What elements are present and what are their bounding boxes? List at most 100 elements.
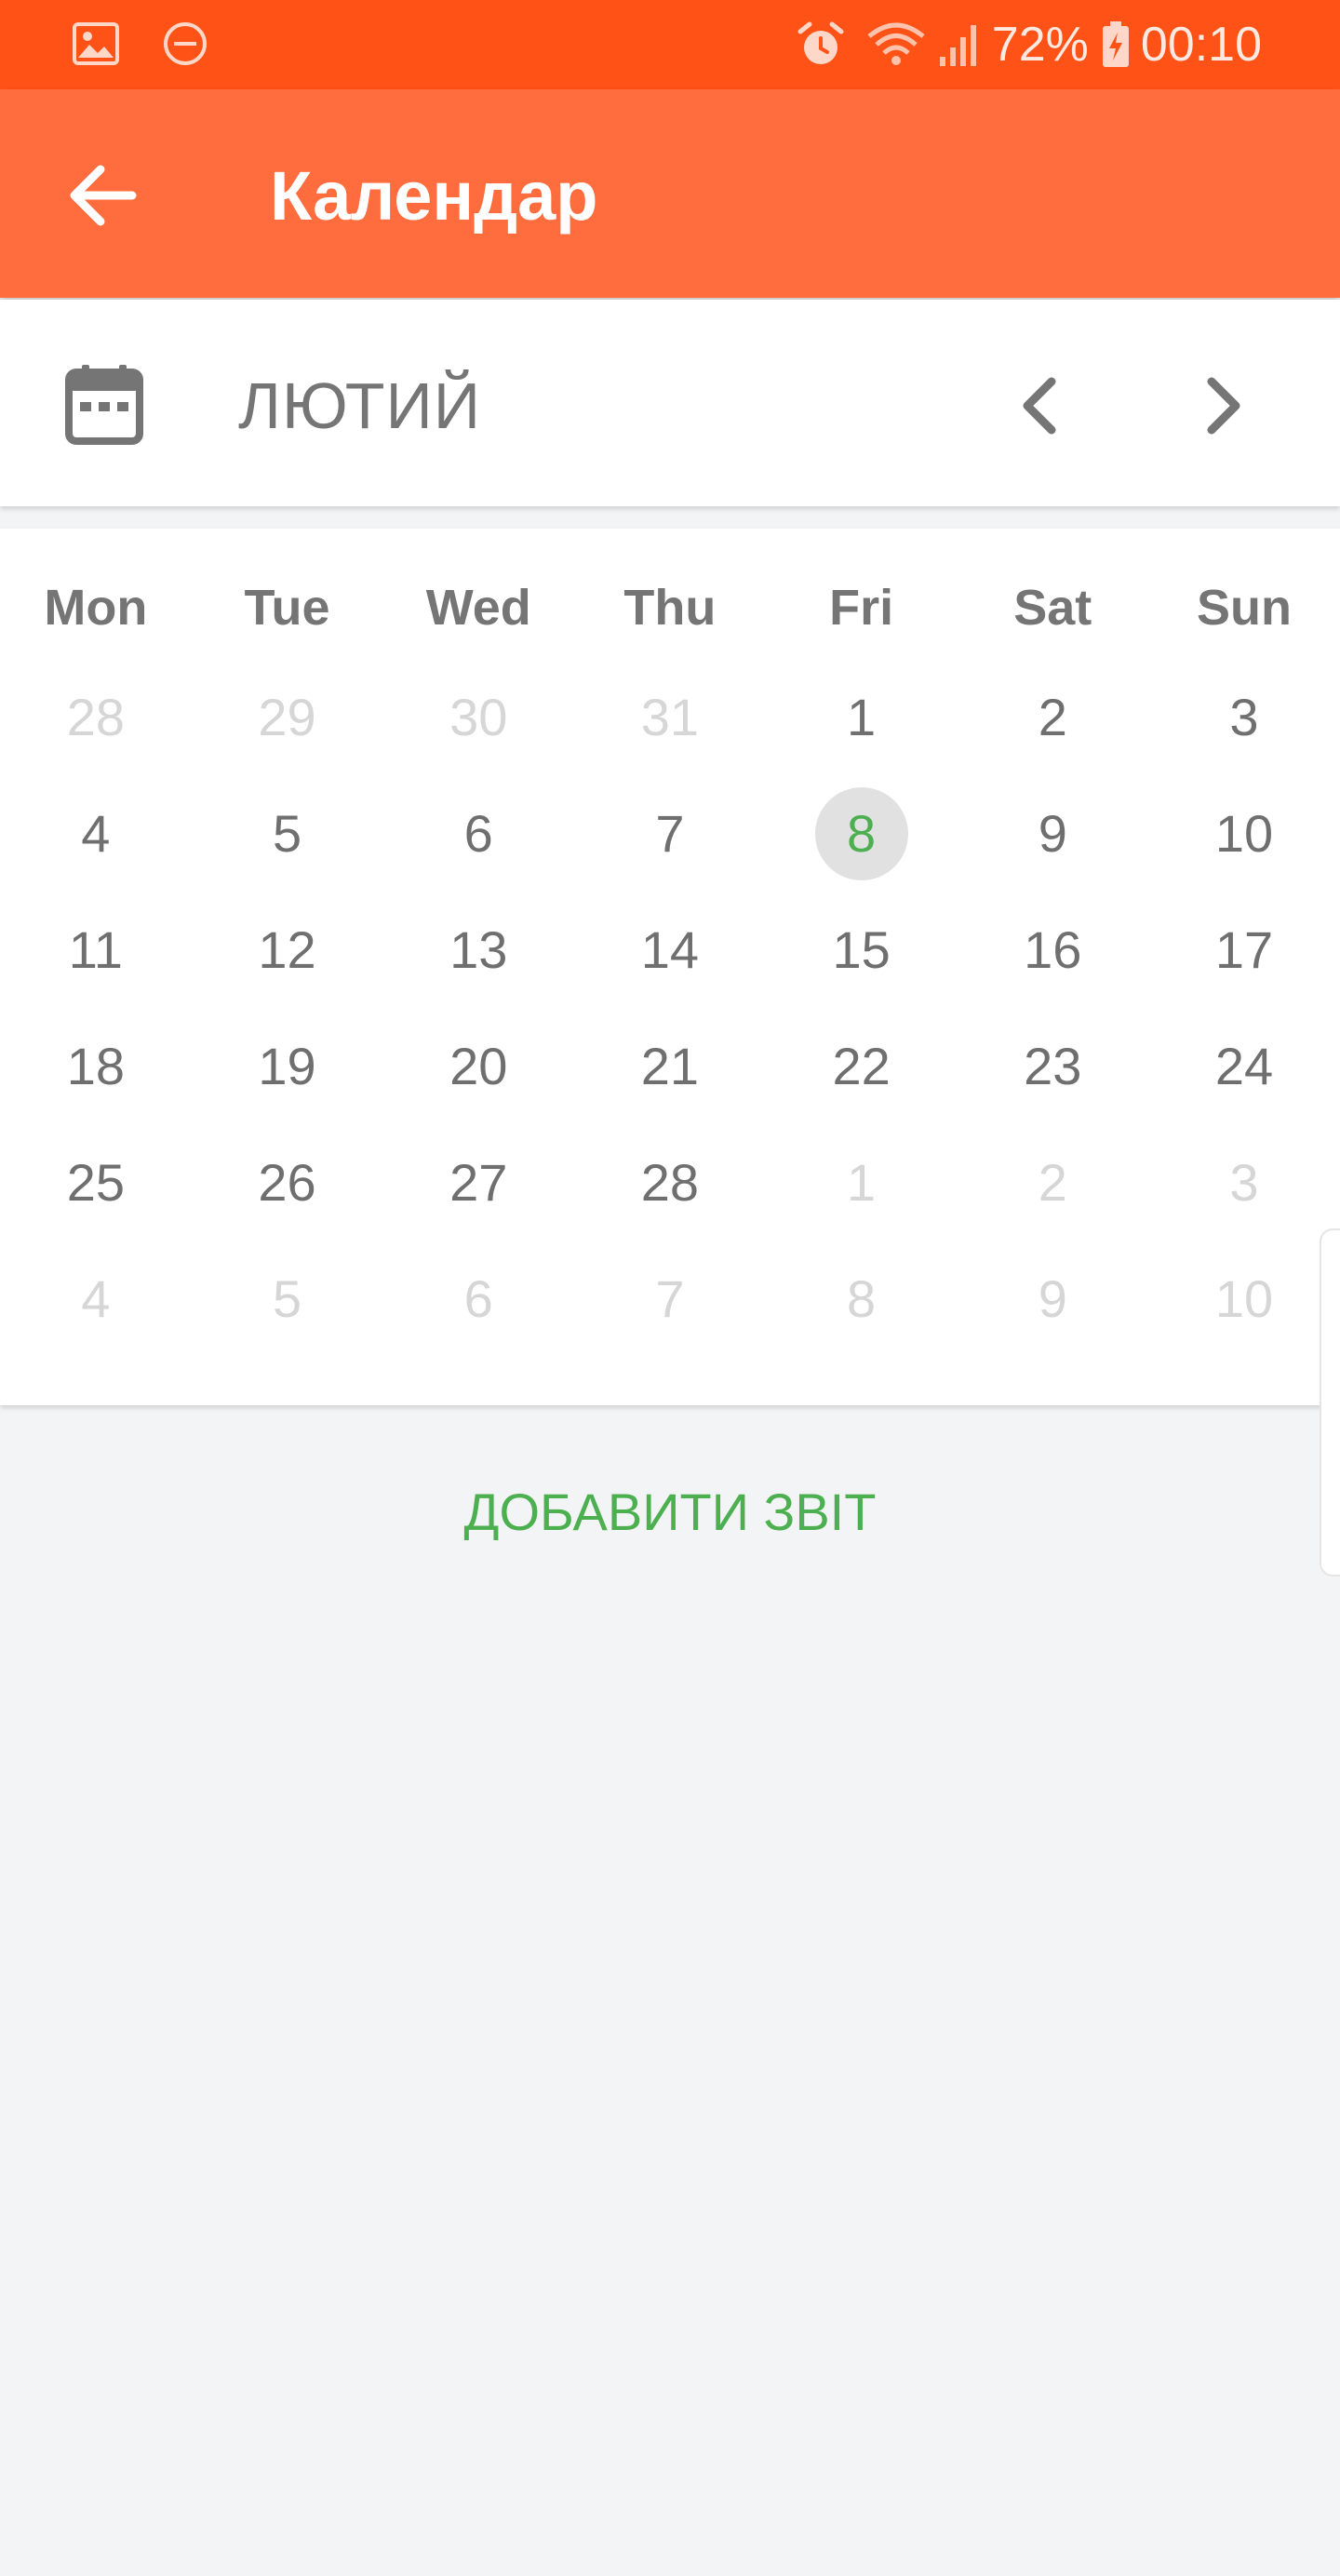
day-number: 1 [847,688,877,746]
day-number: 27 [449,1153,508,1212]
day-number: 28 [66,688,125,746]
day-cell[interactable]: 9 [957,1241,1148,1357]
day-cell[interactable]: 28 [0,659,192,775]
day-cell[interactable]: 4 [0,1241,192,1357]
calendar-screen: 72% 00:10 Календар ЛЮТИЙ Mon Tue Wed Thu… [0,0,1340,2576]
day-cell[interactable]: 8 [766,1241,958,1357]
weekday-label: Mon [44,580,148,636]
day-cell[interactable]: 19 [192,1008,383,1124]
day-number: 26 [258,1153,316,1212]
day-cell[interactable]: 12 [192,892,383,1008]
day-number: 14 [640,920,700,979]
day-number: 6 [463,804,493,863]
day-cell[interactable]: 3 [1148,659,1340,775]
day-number: 16 [1024,920,1082,979]
weekday-label: Wed [425,580,531,636]
back-button[interactable] [56,149,149,242]
day-cell[interactable]: 4 [0,775,192,892]
month-header: ЛЮТИЙ [0,300,1340,506]
day-number: 5 [272,804,302,863]
day-cell[interactable]: 15 [766,892,958,1008]
day-cell[interactable]: 5 [192,1241,383,1357]
day-cell[interactable]: 7 [574,1241,766,1357]
status-bar: 72% 00:10 [0,0,1340,89]
day-cell[interactable]: 1 [766,1124,958,1241]
gallery-icon [73,22,119,65]
day-number: 5 [272,1269,302,1328]
day-number: 6 [463,1269,493,1328]
day-cell[interactable]: 6 [382,1241,574,1357]
day-cell[interactable]: 26 [192,1124,383,1241]
day-cell[interactable]: 22 [766,1008,958,1124]
weekday-label: Sat [1013,580,1092,636]
day-cell[interactable]: 27 [382,1124,574,1241]
day-cell[interactable]: 14 [574,892,766,1008]
day-number: 7 [655,1269,685,1328]
day-cell[interactable]: 5 [192,775,383,892]
day-number: 17 [1214,920,1274,979]
do-not-disturb-icon [164,22,207,65]
day-cell[interactable]: 30 [382,659,574,775]
week-row: 11 12 13 14 15 16 17 [0,892,1340,1008]
day-number: 18 [66,1037,125,1095]
day-number: 13 [449,920,508,979]
day-cell[interactable]: 3 [1148,1124,1340,1241]
next-month-button[interactable] [1176,361,1266,450]
day-number: 22 [832,1037,891,1095]
day-number: 30 [449,688,508,746]
calendar-icon[interactable] [65,363,143,445]
day-cell[interactable]: 31 [574,659,766,775]
day-cell[interactable]: 17 [1148,892,1340,1008]
calendar-grid: Mon Tue Wed Thu Fri Sat Sun 28 29 30 31 1 2 3 4… [0,529,1340,1576]
day-cell[interactable]: 13 [382,892,574,1008]
app-bar: Календар [0,89,1340,298]
day-number: 10 [1214,804,1274,863]
day-cell[interactable]: 10 [1148,1241,1340,1357]
day-number: 29 [258,688,316,746]
day-cell[interactable]: 23 [957,1008,1148,1124]
day-cell[interactable]: 24 [1148,1008,1340,1124]
week-row: 25 26 27 28 1 2 3 [0,1124,1340,1241]
prev-month-button[interactable] [998,361,1087,450]
day-number: 25 [66,1153,125,1212]
day-number: 8 [847,804,877,863]
day-cell[interactable]: 10 [1148,775,1340,892]
day-cell[interactable]: 2 [957,1124,1148,1241]
day-cell[interactable]: 18 [0,1008,192,1124]
day-cell[interactable]: 25 [0,1124,192,1241]
day-cell[interactable]: 20 [382,1008,574,1124]
day-cell[interactable]: 9 [957,775,1148,892]
day-cell[interactable]: 29 [192,659,383,775]
weekday-label: Sun [1196,580,1292,636]
day-number: 2 [1038,1153,1067,1212]
day-cell[interactable]: 11 [0,892,192,1008]
day-number: 15 [832,920,891,979]
day-cell[interactable]: 16 [957,892,1148,1008]
day-cell[interactable]: 1 [766,659,958,775]
day-number: 19 [258,1037,316,1095]
day-cell[interactable]: 7 [574,775,766,892]
day-number: 24 [1214,1037,1274,1095]
day-number: 3 [1229,1153,1259,1212]
day-number: 8 [847,1269,877,1328]
weekday-header: Mon Tue Wed Thu Fri Sat Sun [0,566,1340,650]
day-number: 11 [68,920,123,979]
day-cell[interactable]: 2 [957,659,1148,775]
day-cell[interactable]: 28 [574,1124,766,1241]
day-cell-today[interactable]: 8 [766,775,958,892]
day-number: 12 [258,920,316,979]
week-row: 28 29 30 31 1 2 3 [0,659,1340,775]
day-cell[interactable]: 6 [382,775,574,892]
day-number: 7 [655,804,685,863]
day-number: 28 [640,1153,700,1212]
add-report-button[interactable]: ДОБАВИТИ ЗВІТ [0,1470,1340,1554]
week-row: 4 5 6 7 8 9 10 [0,1241,1340,1357]
weekday-label: Tue [244,580,330,636]
day-number: 31 [640,688,700,746]
clock: 00:10 [1140,18,1262,72]
weekday-label: Thu [623,580,717,636]
day-number: 9 [1038,1269,1067,1328]
chevron-right-icon [1207,377,1240,435]
day-cell[interactable]: 21 [574,1008,766,1124]
day-number: 9 [1038,804,1067,863]
